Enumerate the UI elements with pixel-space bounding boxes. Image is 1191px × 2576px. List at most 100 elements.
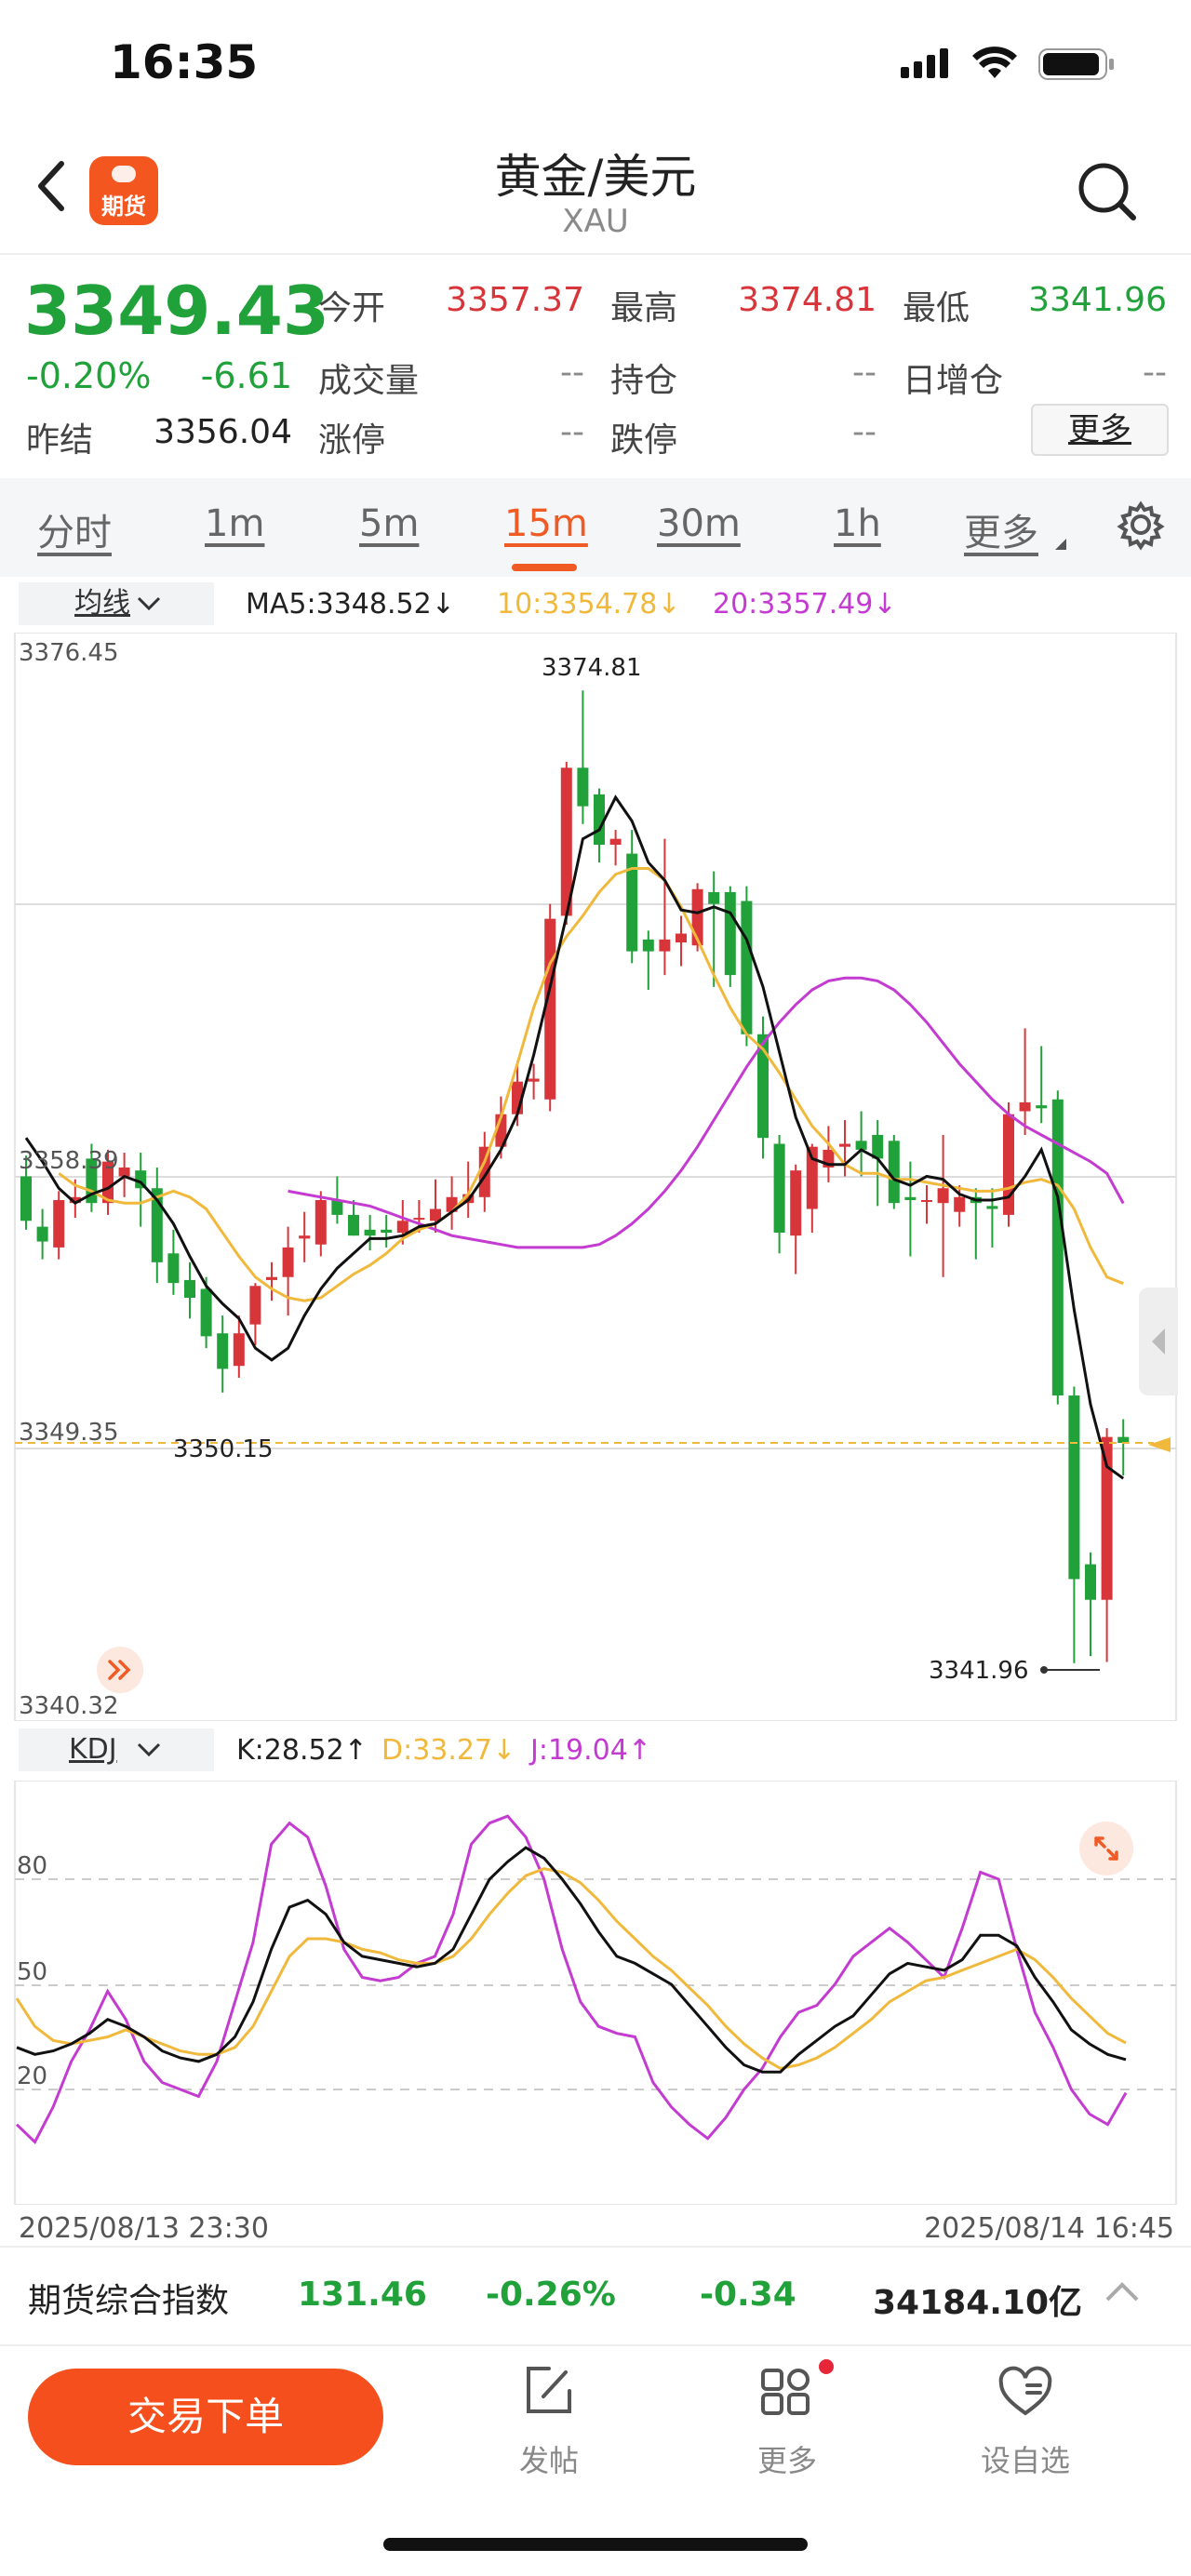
nav-more-label: 更多 — [756, 2443, 817, 2478]
candle-body — [921, 1199, 932, 1202]
ma5-legend: MA5:3348.52↓ — [246, 588, 455, 621]
limit-up-label: 涨停 — [318, 421, 386, 460]
tab-more[interactable]: 更多 — [964, 502, 1038, 556]
change-amount: -6.61 — [200, 355, 292, 396]
page-subtitle: XAU — [562, 203, 629, 240]
candle-body — [1036, 1105, 1048, 1109]
candle-body — [430, 1208, 441, 1221]
home-indicator — [383, 2538, 808, 2551]
tab-timeshare[interactable]: 分时 — [37, 502, 112, 556]
kdj-j-legend: J:19.04↑ — [530, 1734, 651, 1767]
side-panel-handle[interactable] — [1139, 1288, 1178, 1395]
search-icon[interactable] — [1076, 160, 1139, 227]
tab-15m[interactable]: 15m — [504, 502, 588, 545]
candle-body — [904, 1196, 917, 1200]
candle-body — [1068, 1395, 1080, 1580]
left-mark-label: 3350.15 — [173, 1435, 274, 1463]
kdj-level-50: 50 — [17, 1958, 47, 1986]
kdj-indicator-dropdown[interactable]: KDJ — [19, 1728, 214, 1771]
candle-body — [53, 1199, 65, 1248]
grid-apps-icon — [757, 2363, 817, 2423]
candle-body — [299, 1235, 311, 1239]
candle-body — [839, 1143, 850, 1147]
kdj-d-legend: D:33.27↓ — [381, 1734, 516, 1767]
candle-body — [1019, 1101, 1031, 1112]
tab-1h[interactable]: 1h — [834, 502, 881, 545]
gear-icon[interactable] — [1115, 499, 1167, 554]
nav-more[interactable]: 更多 — [713, 2359, 862, 2489]
y-label-ref: 3349.35 — [19, 1419, 119, 1447]
candle-body — [396, 1221, 408, 1233]
candle-body — [167, 1253, 180, 1284]
candle-body — [708, 891, 720, 904]
candle-body — [314, 1199, 327, 1245]
candle-body — [217, 1333, 229, 1369]
time-axis-start: 2025/08/13 23:30 — [19, 2212, 269, 2245]
candle-body — [544, 918, 556, 1100]
candle-body — [659, 939, 671, 952]
heart-add-icon — [996, 2365, 1055, 2423]
tab-30m[interactable]: 30m — [657, 502, 741, 545]
expand-icon[interactable] — [1079, 1822, 1133, 1875]
prev-settle-label: 昨结 — [26, 421, 94, 460]
notification-dot — [819, 2359, 834, 2374]
wifi-icon — [971, 45, 1018, 84]
nav-watchlist[interactable]: 设自选 — [951, 2359, 1100, 2489]
nav-post[interactable]: 发帖 — [475, 2359, 623, 2489]
chevron-up-icon[interactable] — [1104, 2281, 1141, 2307]
edit-icon — [521, 2363, 577, 2423]
active-tab-indicator — [512, 564, 577, 571]
page-title: 黄金/美元 — [494, 150, 697, 204]
low-label: 最低 — [903, 289, 970, 327]
open-value: 3357.37 — [446, 281, 584, 319]
open-label: 今开 — [318, 289, 386, 327]
candle-body — [233, 1333, 245, 1367]
volume-value: -- — [560, 354, 584, 392]
candle-body — [381, 1229, 393, 1233]
candle-body — [986, 1206, 998, 1209]
tab-5m[interactable]: 5m — [359, 502, 419, 545]
candle-body — [642, 939, 654, 952]
candle-body — [20, 1176, 32, 1221]
y-label-top: 3376.45 — [19, 639, 119, 667]
tab-1m[interactable]: 1m — [205, 502, 264, 545]
signal-icon — [901, 47, 957, 82]
daily-inc-label: 日增仓 — [903, 362, 1004, 400]
candlestick-chart[interactable]: 3376.45 3358.39 3349.35 3340.32 3374.81 … — [0, 633, 1191, 1721]
candle-body — [413, 1218, 425, 1221]
scroll-left-button[interactable] — [97, 1647, 143, 1693]
kdj-level-80: 80 — [17, 1852, 47, 1880]
ma20-legend: 20:3357.49↓ — [713, 588, 897, 621]
last-price: 3349.43 — [24, 272, 329, 350]
candle-body — [954, 1196, 966, 1212]
candle-body — [249, 1286, 261, 1325]
status-time: 16:35 — [110, 35, 259, 89]
index-value: 131.46 — [298, 2276, 427, 2314]
tab-more-caret-icon — [1055, 536, 1066, 554]
candle-body — [266, 1276, 277, 1280]
limit-down-value: -- — [852, 413, 877, 451]
low-mark-dot — [1040, 1666, 1048, 1674]
volume-label: 成交量 — [318, 362, 420, 400]
candle-body — [773, 1143, 785, 1233]
candle-body — [676, 933, 687, 943]
ma-indicator-dropdown[interactable]: 均线 — [19, 582, 214, 625]
trade-order-button[interactable]: 交易下单 — [28, 2369, 383, 2465]
index-bar-top-divider — [0, 2246, 1191, 2248]
nav-watchlist-label: 设自选 — [980, 2443, 1070, 2478]
ma-indicator-label: 均线 — [74, 587, 130, 620]
quote-more-button[interactable]: 更多 — [1031, 404, 1169, 456]
index-pct: -0.26% — [486, 2276, 616, 2314]
kdj-chart[interactable]: 80 50 20 — [0, 1781, 1191, 2205]
high-mark-label: 3374.81 — [542, 654, 642, 682]
candle-body — [184, 1279, 195, 1299]
candle-body — [364, 1229, 376, 1236]
kdj-k-legend: K:28.52↑ — [236, 1734, 368, 1767]
prev-settle-value: 3356.04 — [154, 413, 292, 451]
low-mark-label: 3341.96 — [929, 1657, 1029, 1685]
candle-body — [348, 1214, 359, 1236]
high-value: 3374.81 — [738, 281, 877, 319]
position-value: -- — [852, 354, 877, 392]
index-bar-bottom-divider — [0, 2344, 1191, 2346]
y-label-bottom: 3340.32 — [19, 1692, 119, 1720]
